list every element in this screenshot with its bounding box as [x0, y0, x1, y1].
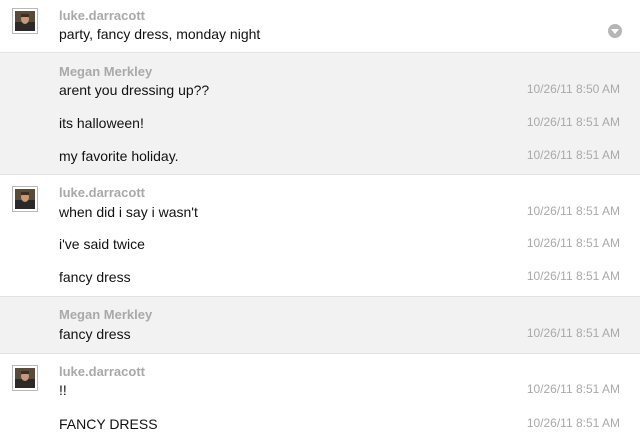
message-text: party, fancy dress, monday night	[59, 26, 261, 42]
sender-name: luke.darracott	[59, 364, 145, 379]
message-text: fancy dress	[59, 269, 131, 285]
user-photo-icon	[15, 189, 35, 209]
message-group: Megan Merkley fancy dress 10/26/11 8:51 …	[0, 297, 640, 354]
message-timestamp: 10/26/11 8:51 AM	[526, 269, 620, 283]
message-timestamp: 10/26/11 8:51 AM	[526, 382, 620, 396]
message-timestamp: 10/26/11 8:51 AM	[526, 115, 620, 129]
user-photo-icon	[15, 368, 35, 388]
message-group: luke.darracott !! 10/26/11 8:51 AM FANCY…	[0, 354, 640, 444]
message-timestamp: 10/26/11 8:51 AM	[526, 204, 620, 218]
message-text: when did i say i wasn't	[59, 204, 198, 220]
message-text: !!	[59, 382, 67, 398]
message-timestamp: 10/26/11 8:51 AM	[526, 326, 620, 340]
message-text: FANCY DRESS	[59, 416, 158, 432]
avatar[interactable]	[12, 365, 38, 391]
sender-name: luke.darracott	[59, 185, 145, 200]
message-timestamp: 10/26/11 8:50 AM	[526, 82, 620, 96]
message-text: my favorite holiday.	[59, 148, 179, 164]
message-timestamp: 10/26/11 8:51 AM	[526, 236, 620, 250]
sender-name: Megan Merkley	[59, 64, 153, 79]
avatar[interactable]	[12, 186, 38, 212]
chevron-down-icon[interactable]	[608, 24, 622, 38]
avatar[interactable]	[12, 8, 38, 34]
message-timestamp: 10/26/11 8:51 AM	[526, 148, 620, 162]
sender-name: Megan Merkley	[59, 307, 153, 322]
message-group: luke.darracott party, fancy dress, monda…	[0, 0, 640, 53]
message-timestamp: 10/26/11 8:51 AM	[526, 416, 620, 430]
message-group: Megan Merkley arent you dressing up?? 10…	[0, 53, 640, 175]
message-text: fancy dress	[59, 326, 131, 342]
user-photo-icon	[15, 11, 35, 31]
sender-name: luke.darracott	[59, 8, 145, 23]
message-text: its halloween!	[59, 115, 144, 131]
message-group: luke.darracott when did i say i wasn't 1…	[0, 175, 640, 297]
message-text: i've said twice	[59, 236, 145, 252]
message-text: arent you dressing up??	[59, 82, 210, 98]
